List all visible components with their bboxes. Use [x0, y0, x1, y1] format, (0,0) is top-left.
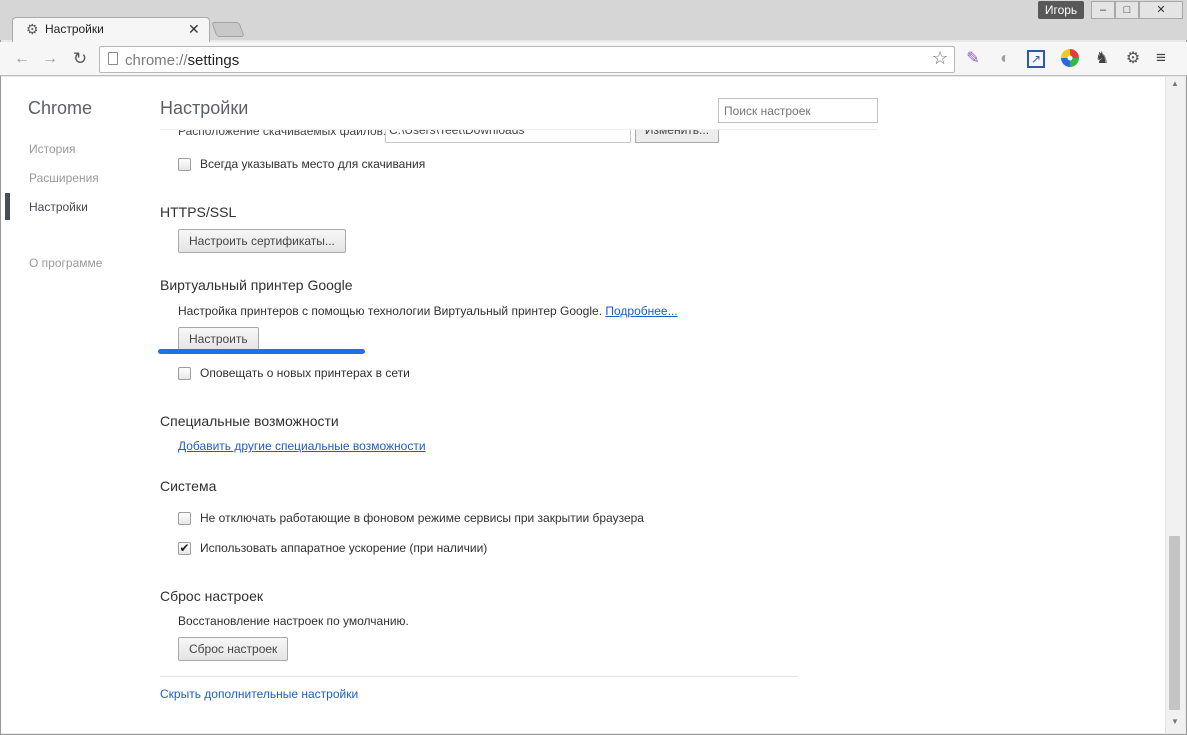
gear-icon: ⚙ [26, 21, 39, 37]
feather-icon[interactable]: ✎ [962, 48, 984, 70]
reset-settings-button[interactable]: Сброс настроек [178, 637, 289, 661]
bookmark-star-icon[interactable]: ☆ [932, 48, 948, 69]
tab-title: Настройки [45, 22, 104, 36]
sidebar-selected-indicator [5, 193, 10, 220]
cloud-print-learn-more-link[interactable]: Подробнее... [605, 304, 677, 318]
tab-close-button[interactable]: ✕ [188, 21, 200, 38]
chrome-menu-button[interactable]: ≡ [1156, 49, 1174, 67]
download-location-row: Расположение скачиваемых файлов: C:\User… [178, 130, 738, 143]
close-window-button[interactable]: ✕ [1139, 1, 1183, 19]
grey-circle-icon[interactable]: ◐ [994, 48, 1016, 70]
cloud-print-description-text: Настройка принтеров с помощью технологии… [178, 304, 603, 318]
tab-settings[interactable]: ⚙ Настройки ✕ [12, 17, 210, 42]
reload-button[interactable]: ↻ [70, 49, 90, 69]
highlight-underline [158, 349, 365, 354]
scroll-up-arrow-icon[interactable]: ▲ [1171, 79, 1179, 88]
hardware-acceleration-label: Использовать аппаратное ускорение (при н… [200, 541, 488, 555]
background-apps-checkbox[interactable] [178, 512, 191, 525]
forward-button[interactable]: → [40, 49, 60, 69]
download-location-label: Расположение скачиваемых файлов: [178, 130, 387, 138]
page-icon [108, 52, 118, 65]
section-title-accessibility: Специальные возможности [160, 413, 339, 429]
sidebar-item-about[interactable]: О программе [29, 256, 102, 270]
add-accessibility-features-link[interactable]: Добавить другие специальные возможности [178, 439, 426, 453]
sidebar-brand: Chrome [28, 98, 93, 118]
profile-button[interactable]: Игорь [1038, 1, 1084, 19]
section-title-system: Система [160, 478, 217, 494]
page-title: Настройки [160, 98, 249, 118]
section-title-https: HTTPS/SSL [160, 204, 237, 220]
color-wheel-graphic [1061, 49, 1079, 67]
background-apps-label: Не отключать работающие в фоновом режиме… [200, 511, 644, 525]
color-wheel-icon[interactable] [1059, 48, 1081, 70]
evernote-icon[interactable]: ♞ [1091, 48, 1113, 70]
url-text[interactable]: chrome://settings [125, 52, 239, 69]
download-location-field[interactable]: C:\Users\Teet\Downloads [385, 130, 631, 143]
hardware-acceleration-checkbox[interactable]: ✔ [178, 542, 191, 555]
section-title-cloud-print: Виртуальный принтер Google [160, 277, 353, 293]
search-settings-input[interactable] [718, 98, 878, 123]
reset-description: Восстановление настроек по умолчанию. [178, 614, 409, 628]
ask-download-location-label: Всегда указывать место для скачивания [200, 157, 426, 171]
vertical-scrollbar[interactable]: ▲ ▼ [1165, 77, 1185, 733]
toolbar: ← → ↻ chrome://settings ☆ ✎ ◐ ↗ ♞ ⚙ ≡ [0, 42, 1187, 76]
sidebar-item-settings[interactable]: Настройки [29, 200, 88, 214]
new-tab-button[interactable] [211, 22, 245, 37]
footer-divider [160, 676, 798, 677]
minimize-button[interactable]: – [1091, 1, 1115, 19]
url-scheme: chrome:// [125, 52, 188, 69]
section-title-reset: Сброс настроек [160, 588, 264, 604]
notify-printers-label: Оповещать о новых принтерах в сети [200, 366, 410, 380]
scroll-down-arrow-icon[interactable]: ▼ [1171, 717, 1179, 726]
notify-printers-checkbox[interactable] [178, 367, 191, 380]
scrollbar-thumb[interactable] [1169, 536, 1180, 710]
manage-certificates-button[interactable]: Настроить сертификаты... [178, 229, 346, 253]
maximize-button[interactable]: □ [1115, 1, 1139, 19]
ask-download-location-checkbox[interactable] [178, 158, 191, 171]
sidebar-item-history[interactable]: История [29, 142, 76, 156]
gear-extension-icon[interactable]: ⚙ [1122, 48, 1144, 70]
cloud-print-setup-button[interactable]: Настроить [178, 327, 259, 351]
blue-arrow-icon[interactable]: ↗ [1027, 50, 1045, 68]
address-bar[interactable]: chrome://settings ☆ [99, 46, 955, 73]
sidebar-item-extensions[interactable]: Расширения [29, 171, 99, 185]
hide-advanced-settings-link[interactable]: Скрыть дополнительные настройки [160, 687, 358, 701]
cloud-print-description: Настройка принтеров с помощью технологии… [178, 304, 678, 318]
back-button[interactable]: ← [12, 49, 32, 69]
url-path: settings [187, 52, 240, 69]
settings-page: Chrome История Расширения Настройки О пр… [1, 77, 1165, 733]
change-download-location-button[interactable]: Изменить... [635, 130, 719, 143]
